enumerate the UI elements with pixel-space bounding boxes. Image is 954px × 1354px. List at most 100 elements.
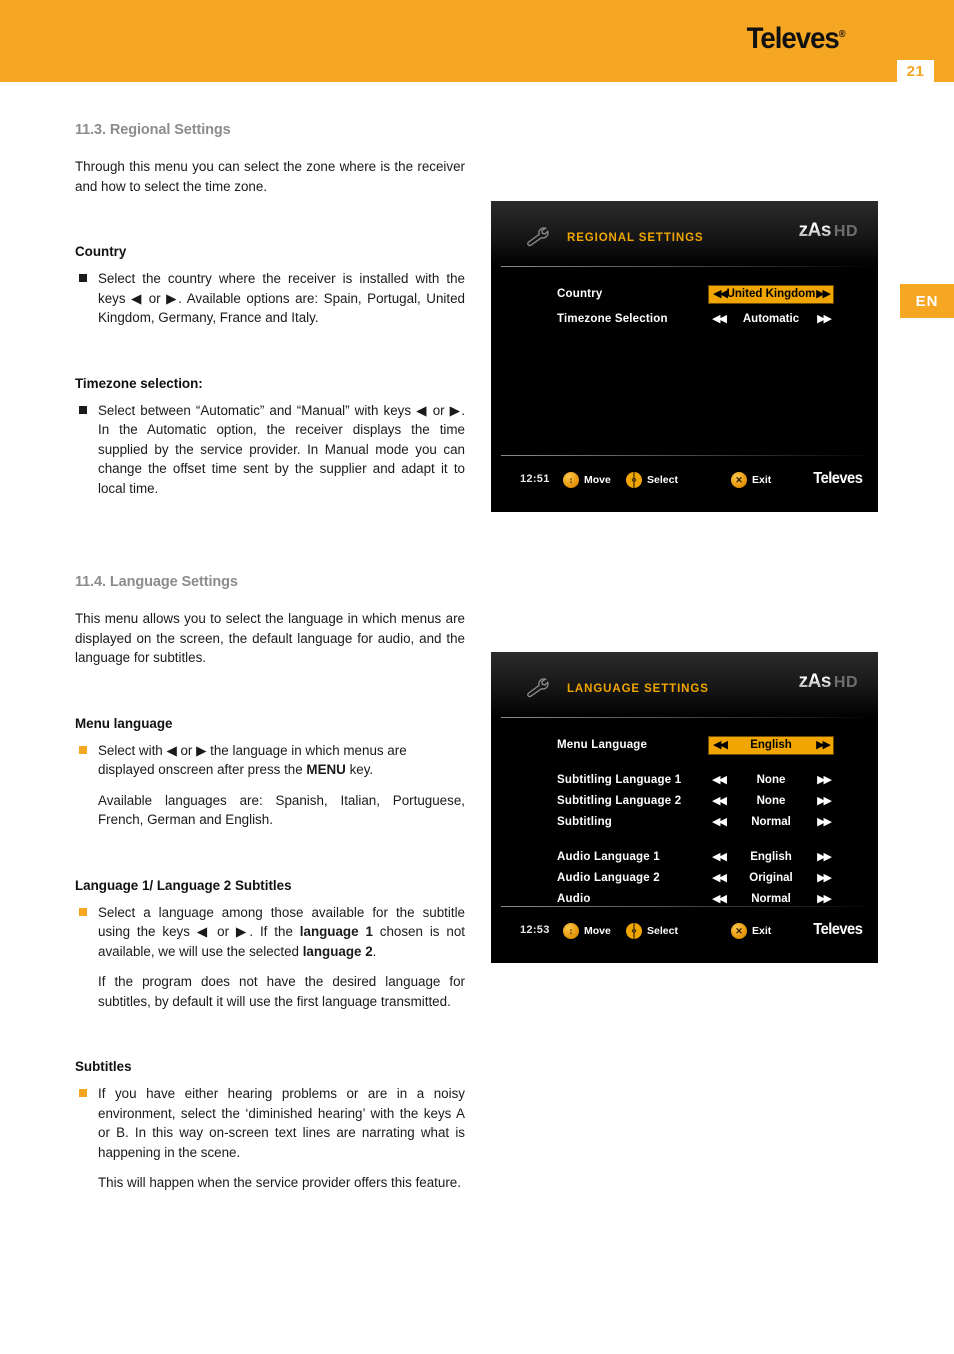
osd-divider-top (501, 717, 868, 718)
osd-row-value: Automatic (742, 313, 800, 325)
leftright-arrows-icon: ‹› (626, 923, 642, 939)
osd-hint-select-label: Select (647, 925, 678, 937)
osd-row-control[interactable]: ◀◀ English ▶▶ (708, 848, 834, 867)
osd-divider-bottom (501, 906, 868, 907)
osd-divider-top (501, 266, 868, 267)
osd-title: LANGUAGE SETTINGS (567, 683, 709, 695)
square-bullet-icon (79, 1089, 87, 1097)
osd-row-timezone-selection[interactable]: Timezone Selection ◀◀ Automatic ▶▶ (491, 310, 878, 329)
bullet-timezone-text: Select between “Automatic” and “Manual” … (98, 402, 465, 496)
subheading-menu-language: Menu language (75, 715, 173, 731)
osd-hint-exit: ✕ Exit (731, 472, 771, 488)
osd-row-menu-language[interactable]: Menu Language ◀◀ English ▶▶ (491, 736, 878, 755)
followup-subtitle-languages: If the program does not have the desired… (98, 974, 465, 1009)
bullet-country: Select the country where the receiver is… (75, 269, 465, 328)
updown-arrows-icon: ↕ (563, 472, 579, 488)
zas-logo-main: zAs (798, 671, 832, 692)
osd-row-subtitling[interactable]: Subtitling ◀◀ Normal ▶▶ (491, 813, 878, 832)
osd-hint-exit-label: Exit (752, 474, 772, 486)
osd-row-value: English (750, 739, 792, 751)
registered-mark: ® (839, 29, 846, 40)
osd-row-subtitling-language-2[interactable]: Subtitling Language 2 ◀◀ None ▶▶ (491, 792, 878, 811)
osd-row-value: United Kingdom (726, 288, 816, 300)
osd-menu-rows: Country ◀◀ United Kingdom ▶▶ Timezone Select… (491, 285, 878, 329)
osd-televes-logo: Televes (812, 470, 863, 487)
subheading-subtitle-languages: Language 1/ Language 2 Subtitles (75, 877, 292, 893)
followup-menu-language: Available languages are: Spanish, Italia… (98, 792, 465, 828)
close-x-icon: ✕ (731, 923, 747, 939)
next-value-arrow-icon[interactable]: ▶▶ (817, 310, 832, 329)
subheading-subtitles: Subtitles (75, 1059, 132, 1074)
osd-clock: 12:53 (520, 924, 550, 936)
next-value-arrow-icon[interactable]: ▶▶ (817, 813, 832, 832)
osd-row-label: Subtitling (557, 816, 613, 828)
next-value-arrow-icon[interactable]: ▶▶ (817, 848, 832, 867)
bullet-menu-language-text: Select with ◀ or ▶ the language in which… (98, 742, 407, 778)
osd-row-value: English (750, 851, 792, 863)
page-number: 21 (906, 62, 925, 80)
section-intro-regional: Through this menu you can select the zon… (75, 159, 465, 194)
osd-row-control[interactable]: ◀◀ Automatic ▶▶ (708, 310, 834, 329)
square-bullet-icon (79, 274, 87, 282)
osd-footer: 12:51 ↕ Move ‹› Select ✕ Exit Televes (491, 469, 878, 493)
osd-row-country[interactable]: Country ◀◀ United Kingdom ▶▶ (491, 285, 878, 304)
bullet-subtitle-languages: Select a language among those available … (75, 903, 465, 962)
osd-row-audio-language-1[interactable]: Audio Language 1 ◀◀ English ▶▶ (491, 848, 878, 867)
subheading-country: Country (75, 244, 127, 259)
osd-row-control[interactable]: ◀◀ None ▶▶ (708, 771, 834, 790)
leftright-arrows-icon: ‹› (626, 472, 642, 488)
zas-hd-logo: zAs HD (799, 221, 858, 242)
osd-row-control[interactable]: ◀◀ None ▶▶ (708, 792, 834, 811)
section-heading-regional: 11.3. Regional Settings (75, 122, 231, 138)
wrench-icon (527, 227, 549, 247)
next-value-arrow-icon[interactable]: ▶▶ (817, 771, 832, 790)
section-intro-language: This menu allows you to select the langu… (75, 611, 465, 665)
televes-logo: Televes® (747, 22, 846, 56)
wrench-icon (527, 678, 549, 698)
next-value-arrow-icon[interactable]: ▶▶ (816, 737, 831, 754)
osd-row-label: Country (557, 288, 603, 300)
osd-row-audio-language-2[interactable]: Audio Language 2 ◀◀ Original ▶▶ (491, 869, 878, 888)
bullet-subtitles-text: If you have either hearing problems or a… (98, 1086, 465, 1160)
televes-logo-text: Televes (747, 22, 840, 55)
next-value-arrow-icon[interactable]: ▶▶ (817, 792, 832, 811)
square-bullet-icon (79, 405, 87, 414)
square-bullet-icon (79, 907, 87, 916)
section-heading-language: 11.4. Language Settings (75, 574, 238, 590)
zas-hd-logo: zAs HD (799, 672, 858, 693)
osd-row-control[interactable]: ◀◀ Original ▶▶ (708, 869, 834, 888)
osd-row-label: Audio Language 2 (557, 872, 660, 884)
osd-hint-exit-label: Exit (752, 925, 772, 937)
osd-row-label: Subtitling Language 2 (557, 795, 682, 807)
osd-footer: 12:53 ↕ Move ‹› Select ✕ Exit Televes (491, 920, 878, 944)
osd-row-value: Original (749, 872, 793, 884)
zas-logo-sub: HD (833, 223, 858, 240)
screenshot-language-settings: LANGUAGE SETTINGS zAs HD Menu Language ◀◀ E… (491, 652, 878, 963)
osd-hint-select: ‹› Select (626, 923, 678, 939)
header-band: Televes® 21 (0, 0, 954, 82)
osd-hint-select-label: Select (647, 474, 678, 486)
next-value-arrow-icon[interactable]: ▶▶ (816, 286, 831, 303)
osd-row-label: Timezone Selection (557, 313, 668, 325)
osd-title: REGIONAL SETTINGS (567, 232, 704, 244)
osd-clock: 12:51 (520, 473, 550, 485)
osd-row-label: Subtitling Language 1 (557, 774, 682, 786)
osd-divider-bottom (501, 455, 868, 456)
bullet-country-text: Select the country where the receiver is… (98, 271, 465, 325)
osd-row-control[interactable]: ◀◀ English ▶▶ (708, 736, 834, 755)
osd-row-subtitling-language-1[interactable]: Subtitling Language 1 ◀◀ None ▶▶ (491, 771, 878, 790)
close-x-icon: ✕ (731, 472, 747, 488)
bullet-menu-language: Select with ◀ or ▶ the language in which… (75, 741, 465, 780)
osd-menu-rows: Menu Language ◀◀ English ▶▶ Subtitling Langu… (491, 736, 878, 909)
osd-row-control[interactable]: ◀◀ United Kingdom ▶▶ (708, 285, 834, 304)
next-value-arrow-icon[interactable]: ▶▶ (817, 869, 832, 888)
osd-row-control[interactable]: ◀◀ Normal ▶▶ (708, 813, 834, 832)
page-number-box: 21 (897, 60, 934, 82)
osd-row-label: Menu Language (557, 739, 648, 751)
language-tab-en: EN (900, 284, 954, 318)
followup-subtitles: This will happen when the service provid… (98, 1175, 461, 1190)
text-column: 11.3. Regional Settings Through this men… (75, 122, 465, 1201)
osd-header: REGIONAL SETTINGS zAs HD (491, 201, 878, 267)
osd-hint-move-label: Move (584, 474, 611, 486)
manual-page: Televes® 21 EN 11.3. Regional Settings T… (0, 0, 954, 1354)
